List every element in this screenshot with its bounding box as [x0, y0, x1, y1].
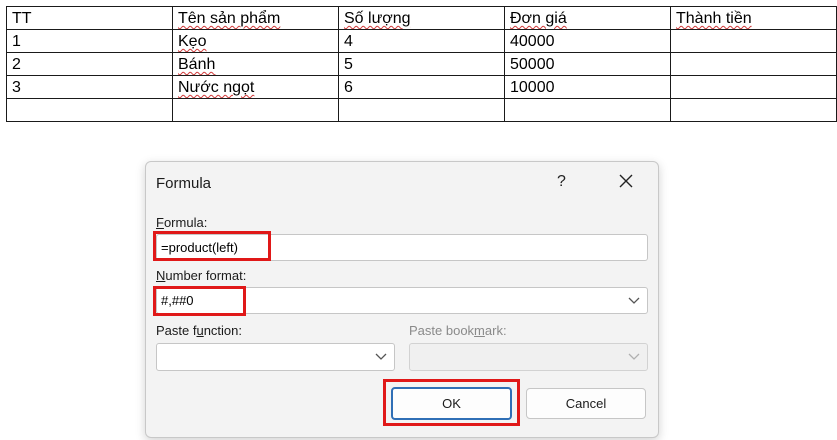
help-button[interactable]: ? [557, 173, 566, 191]
header-cell-quantity[interactable]: Số lượng [338, 6, 505, 30]
table-cell[interactable]: 6 [338, 75, 505, 99]
paste-bookmark-select [409, 343, 648, 371]
table-cell[interactable] [670, 98, 837, 122]
table-row [6, 98, 837, 122]
header-cell-total[interactable]: Thành tiền [670, 6, 837, 30]
header-cell-product-name[interactable]: Tên sản phẩm [172, 6, 339, 30]
product-table: TT Tên sản phẩm Số lượng Đơn giá Thành t… [6, 6, 837, 122]
table-cell[interactable] [504, 98, 671, 122]
formula-input[interactable] [156, 234, 648, 261]
table-row: 3 Nước ngọt 6 10000 [6, 75, 837, 99]
table-cell[interactable]: Kẹo [172, 29, 339, 53]
number-format-label: Number format: [156, 268, 247, 283]
table-cell[interactable]: 1 [6, 29, 173, 53]
table-cell[interactable]: 3 [6, 75, 173, 99]
chevron-down-icon [628, 353, 640, 360]
table-header-row: TT Tên sản phẩm Số lượng Đơn giá Thành t… [6, 6, 837, 30]
close-icon[interactable] [618, 173, 634, 189]
table-row: 1 Kẹo 4 40000 [6, 29, 837, 53]
chevron-down-icon[interactable] [375, 353, 387, 361]
table-cell[interactable] [172, 98, 339, 122]
table-cell[interactable] [6, 98, 173, 122]
paste-function-select[interactable] [156, 343, 395, 371]
formula-label: Formula: [156, 215, 208, 230]
table-cell[interactable]: 50000 [504, 52, 671, 76]
formula-dialog: Formula ? Formula: Number format: Paste … [145, 161, 659, 438]
table-cell[interactable]: 10000 [504, 75, 671, 99]
chevron-down-icon[interactable] [628, 297, 640, 305]
table-cell[interactable]: Bánh [172, 52, 339, 76]
table-cell[interactable]: 5 [338, 52, 505, 76]
number-format-input[interactable] [156, 287, 648, 314]
table-cell[interactable]: 40000 [504, 29, 671, 53]
table-cell[interactable] [670, 52, 837, 76]
table-cell[interactable]: Nước ngọt [172, 75, 339, 99]
table-cell[interactable] [670, 75, 837, 99]
paste-bookmark-label: Paste bookmark: [409, 323, 507, 338]
table-cell[interactable]: 4 [338, 29, 505, 53]
table-cell[interactable] [670, 29, 837, 53]
ok-button[interactable]: OK [391, 387, 512, 420]
table-cell[interactable]: 2 [6, 52, 173, 76]
header-cell-tt[interactable]: TT [6, 6, 173, 30]
dialog-title: Formula [156, 175, 212, 192]
table-cell[interactable] [338, 98, 505, 122]
header-cell-unit-price[interactable]: Đơn giá [504, 6, 671, 30]
paste-function-label: Paste function: [156, 323, 243, 338]
table-row: 2 Bánh 5 50000 [6, 52, 837, 76]
cancel-button[interactable]: Cancel [526, 388, 646, 419]
